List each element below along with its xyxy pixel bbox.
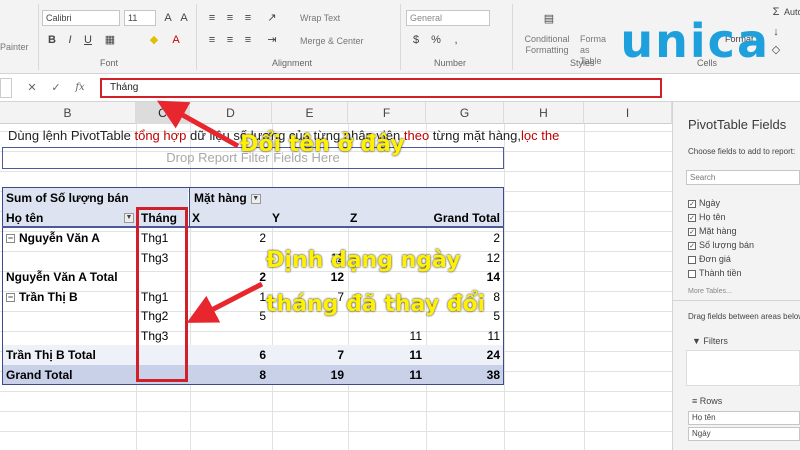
checkbox-icon[interactable]: ✓ <box>688 199 696 208</box>
field-label: Thành tiền <box>699 268 742 278</box>
more-tables-link[interactable]: More Tables... <box>688 288 732 295</box>
rows-area-label: ≡ Rows <box>692 396 722 406</box>
drag-instructions: Drag fields between areas below: <box>688 312 800 321</box>
checkbox-icon[interactable] <box>688 255 696 264</box>
panel-title: PivotTable Fields <box>688 117 787 132</box>
checkbox-icon[interactable]: ✓ <box>688 241 696 250</box>
rename-arrow <box>156 100 240 149</box>
field-label: Mặt hàng <box>699 226 737 236</box>
rows-item[interactable]: Ngày <box>688 427 800 441</box>
rows-label-text: Rows <box>699 396 723 406</box>
field-label: Đơn giá <box>699 254 731 264</box>
checkbox-icon[interactable]: ✓ <box>688 227 696 236</box>
field-label: Họ tên <box>699 212 726 222</box>
rows-item[interactable]: Họ tên <box>688 411 800 425</box>
field-search-input[interactable]: Search <box>686 170 800 185</box>
panel-divider <box>672 300 800 301</box>
filters-label-text: Filters <box>703 336 728 346</box>
field-item[interactable]: Đơn giá <box>688 254 731 264</box>
field-item[interactable]: ✓ Mặt hàng <box>688 226 737 236</box>
field-item[interactable]: Thành tiền <box>688 268 742 278</box>
field-item[interactable]: ✓ Họ tên <box>688 212 726 222</box>
filters-area-label: ▼ Filters <box>692 336 728 346</box>
filter-icon: ▼ <box>692 336 704 346</box>
field-item[interactable]: ✓ Số lượng bán <box>688 240 754 250</box>
rows-icon: ≡ <box>692 396 700 406</box>
format-callout-line1: Định dạng ngày <box>266 248 461 273</box>
filters-drop-area[interactable] <box>686 350 800 386</box>
checkbox-icon[interactable] <box>688 269 696 278</box>
format-callout-line2: tháng đã thay đổi <box>266 292 486 317</box>
field-label: Ngày <box>699 198 721 208</box>
format-arrow <box>186 281 264 323</box>
field-item[interactable]: ✓ Ngày <box>688 198 720 208</box>
rename-callout: Đổi tên ở đây <box>240 132 405 157</box>
field-label: Số lượng bán <box>699 240 754 250</box>
checkbox-icon[interactable]: ✓ <box>688 213 696 222</box>
panel-subtitle: Choose fields to add to report: <box>688 147 796 156</box>
